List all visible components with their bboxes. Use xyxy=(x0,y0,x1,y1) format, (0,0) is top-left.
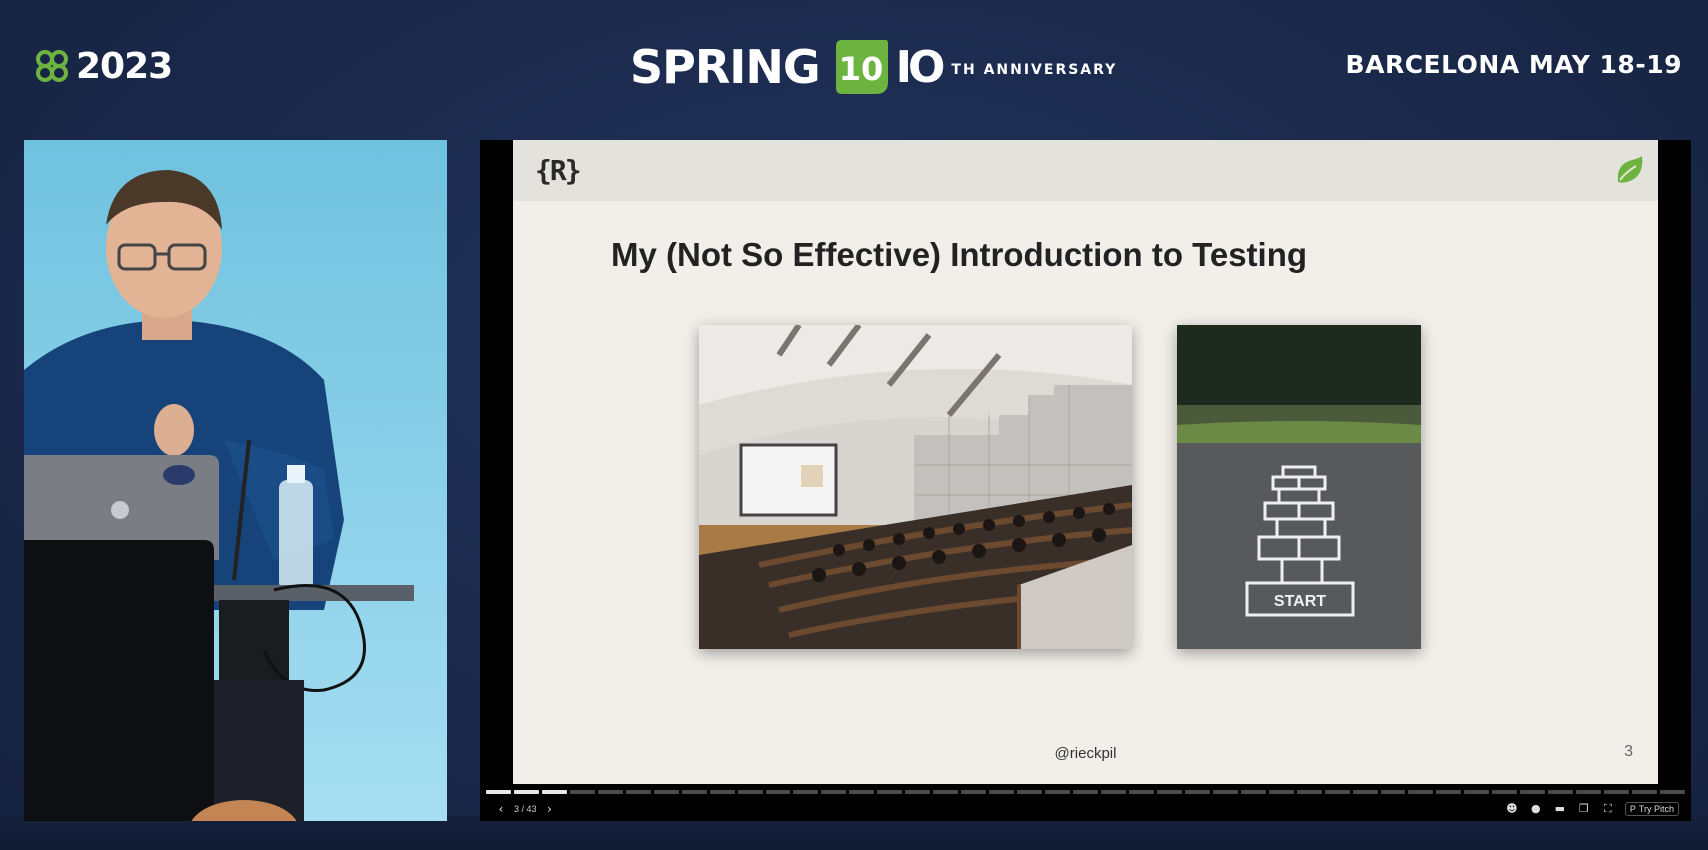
try-pitch-label: Try Pitch xyxy=(1638,803,1674,814)
progress-segment[interactable] xyxy=(1045,790,1071,794)
event-year-logo: 2023 xyxy=(34,44,173,88)
progress-segment[interactable] xyxy=(1296,790,1322,794)
location-date: BARCELONA MAY 18-19 xyxy=(1345,50,1682,79)
slide-title: My (Not So Effective) Introduction to Te… xyxy=(611,236,1308,273)
progress-segment[interactable] xyxy=(1408,790,1434,794)
window-icon[interactable]: ❐ xyxy=(1577,802,1591,815)
progress-segment[interactable] xyxy=(961,790,987,794)
badge-number: 10 xyxy=(838,50,883,88)
player-right-controls: ☻ ● ▬ ❐ ⛶ P Try Pitch xyxy=(1505,801,1679,816)
progress-segment[interactable] xyxy=(1324,790,1350,794)
progress-segment[interactable] xyxy=(1128,790,1154,794)
progress-segment[interactable] xyxy=(541,790,567,794)
lecture-hall-photo xyxy=(699,325,1132,649)
progress-segment[interactable] xyxy=(737,790,763,794)
progress-segment[interactable] xyxy=(821,790,847,794)
progress-segment[interactable] xyxy=(1352,790,1378,794)
slide-author-handle: @rieckpil xyxy=(1054,745,1117,762)
progress-segment[interactable] xyxy=(1464,790,1490,794)
progress-segment[interactable] xyxy=(1604,790,1630,794)
io-letters: IO xyxy=(895,41,946,93)
event-name: SPRING xyxy=(630,40,821,94)
progress-segment[interactable] xyxy=(681,790,707,794)
progress-segment[interactable] xyxy=(1073,790,1098,794)
progress-segment[interactable] xyxy=(877,790,903,794)
progress-segment[interactable] xyxy=(905,790,931,794)
progress-segment[interactable] xyxy=(933,790,959,794)
try-pitch-button[interactable]: P Try Pitch xyxy=(1624,801,1679,816)
progress-segment[interactable] xyxy=(569,790,595,794)
progress-segment[interactable] xyxy=(1100,790,1126,794)
hopscotch-start-photo: START xyxy=(1177,325,1421,649)
fullscreen-icon[interactable]: ⛶ xyxy=(1601,802,1615,816)
spring-leaf-badge-icon: 10 xyxy=(835,40,888,94)
present-icon[interactable]: ▬ xyxy=(1553,802,1567,815)
progress-segment[interactable] xyxy=(1268,790,1294,794)
progress-segment[interactable] xyxy=(1492,790,1518,794)
progress-segment[interactable] xyxy=(1184,790,1210,794)
progress-segment[interactable] xyxy=(1380,790,1406,794)
emoji-icon[interactable]: ☻ xyxy=(1505,802,1519,815)
stage-floor xyxy=(0,816,1708,850)
slide: {R} My (Not So Effective) Introduction t… xyxy=(513,140,1658,784)
progress-segment[interactable] xyxy=(1212,790,1238,794)
anniversary-text: TH ANNIVERSARY xyxy=(951,62,1118,78)
progress-segment[interactable] xyxy=(849,790,875,794)
progress-segment[interactable] xyxy=(1240,790,1266,794)
progress-segment[interactable] xyxy=(1436,790,1462,794)
progress-segment[interactable] xyxy=(625,790,651,794)
player-controls: ‹ 3 / 43 › ☻ ● ▬ ❐ ⛶ P Try Pitch xyxy=(480,796,1691,821)
progress-segment[interactable] xyxy=(513,790,539,794)
progress-segment[interactable] xyxy=(597,790,623,794)
slide-progress[interactable] xyxy=(486,790,1685,794)
progress-segment[interactable] xyxy=(1548,790,1574,794)
progress-segment[interactable] xyxy=(1660,790,1685,794)
progress-segment[interactable] xyxy=(1156,790,1182,794)
rieckpil-logo: {R} xyxy=(535,154,582,187)
pitch-logo-icon: P xyxy=(1629,803,1636,814)
event-year: 2023 xyxy=(76,45,173,87)
next-slide-button[interactable]: › xyxy=(541,802,559,816)
spring-io-clover-icon xyxy=(36,50,68,82)
progress-segment[interactable] xyxy=(765,790,791,794)
slide-number: 3 xyxy=(1624,743,1633,760)
page-indicator: 3 / 43 xyxy=(514,803,537,814)
previous-slide-button[interactable]: ‹ xyxy=(492,802,510,816)
slide-header: {R} xyxy=(513,140,1658,201)
comment-icon[interactable]: ● xyxy=(1529,802,1543,815)
progress-segment[interactable] xyxy=(989,790,1015,794)
progress-segment[interactable] xyxy=(709,790,735,794)
progress-segment[interactable] xyxy=(653,790,679,794)
progress-segment[interactable] xyxy=(1576,790,1602,794)
progress-segment[interactable] xyxy=(486,790,511,794)
progress-segment[interactable] xyxy=(793,790,819,794)
spring-leaf-icon xyxy=(1617,156,1643,183)
spring-io-logo: SPRING 10 IO TH ANNIVERSARY xyxy=(630,36,1117,98)
hopscotch-label: START xyxy=(1274,593,1326,610)
progress-segment[interactable] xyxy=(1520,790,1546,794)
progress-segment[interactable] xyxy=(1632,790,1658,794)
speaker-video xyxy=(24,140,447,821)
progress-segment[interactable] xyxy=(1017,790,1043,794)
presentation-player[interactable]: {R} My (Not So Effective) Introduction t… xyxy=(480,140,1691,821)
